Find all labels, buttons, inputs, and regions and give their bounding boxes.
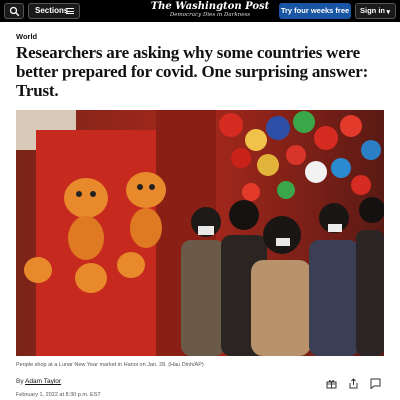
sign-in-button[interactable]: Sign in ▾ bbox=[355, 3, 396, 19]
comment-icon[interactable] bbox=[370, 376, 381, 390]
brand-name: The Washington Post bbox=[150, 1, 270, 12]
sign-in-label: Sign in bbox=[360, 6, 385, 15]
chevron-down-icon: ▾ bbox=[386, 9, 390, 16]
article-section-link[interactable]: World bbox=[16, 32, 37, 41]
subscribe-button[interactable]: Try four weeks free bbox=[279, 3, 351, 19]
sections-label: Sections bbox=[35, 6, 69, 15]
top-navigation-bar: Sections The Washington Post Democracy D… bbox=[0, 0, 400, 22]
search-icon bbox=[9, 6, 20, 17]
brand-tagline: Democracy Dies in Darkness bbox=[169, 12, 251, 18]
article-photo bbox=[16, 110, 384, 356]
share-icon[interactable] bbox=[348, 376, 359, 389]
sections-menu-button[interactable]: Sections bbox=[28, 3, 80, 19]
article-headline: Researchers are asking why some countrie… bbox=[16, 43, 369, 100]
menu-icon bbox=[66, 8, 74, 14]
author-link[interactable]: Adam Taylor bbox=[25, 378, 61, 385]
search-button[interactable] bbox=[4, 3, 24, 19]
article-actions bbox=[326, 376, 386, 390]
article-byline: By Adam Taylor bbox=[16, 378, 61, 385]
brand-logo[interactable]: The Washington Post Democracy Dies in Da… bbox=[150, 1, 270, 19]
publish-date: February 1, 2022 at 8:30 p.m. EST bbox=[16, 392, 101, 398]
gift-icon[interactable] bbox=[326, 376, 337, 389]
byline-prefix: By bbox=[16, 378, 24, 385]
photo-caption: People shop at a Lunar New Year market i… bbox=[16, 362, 204, 368]
